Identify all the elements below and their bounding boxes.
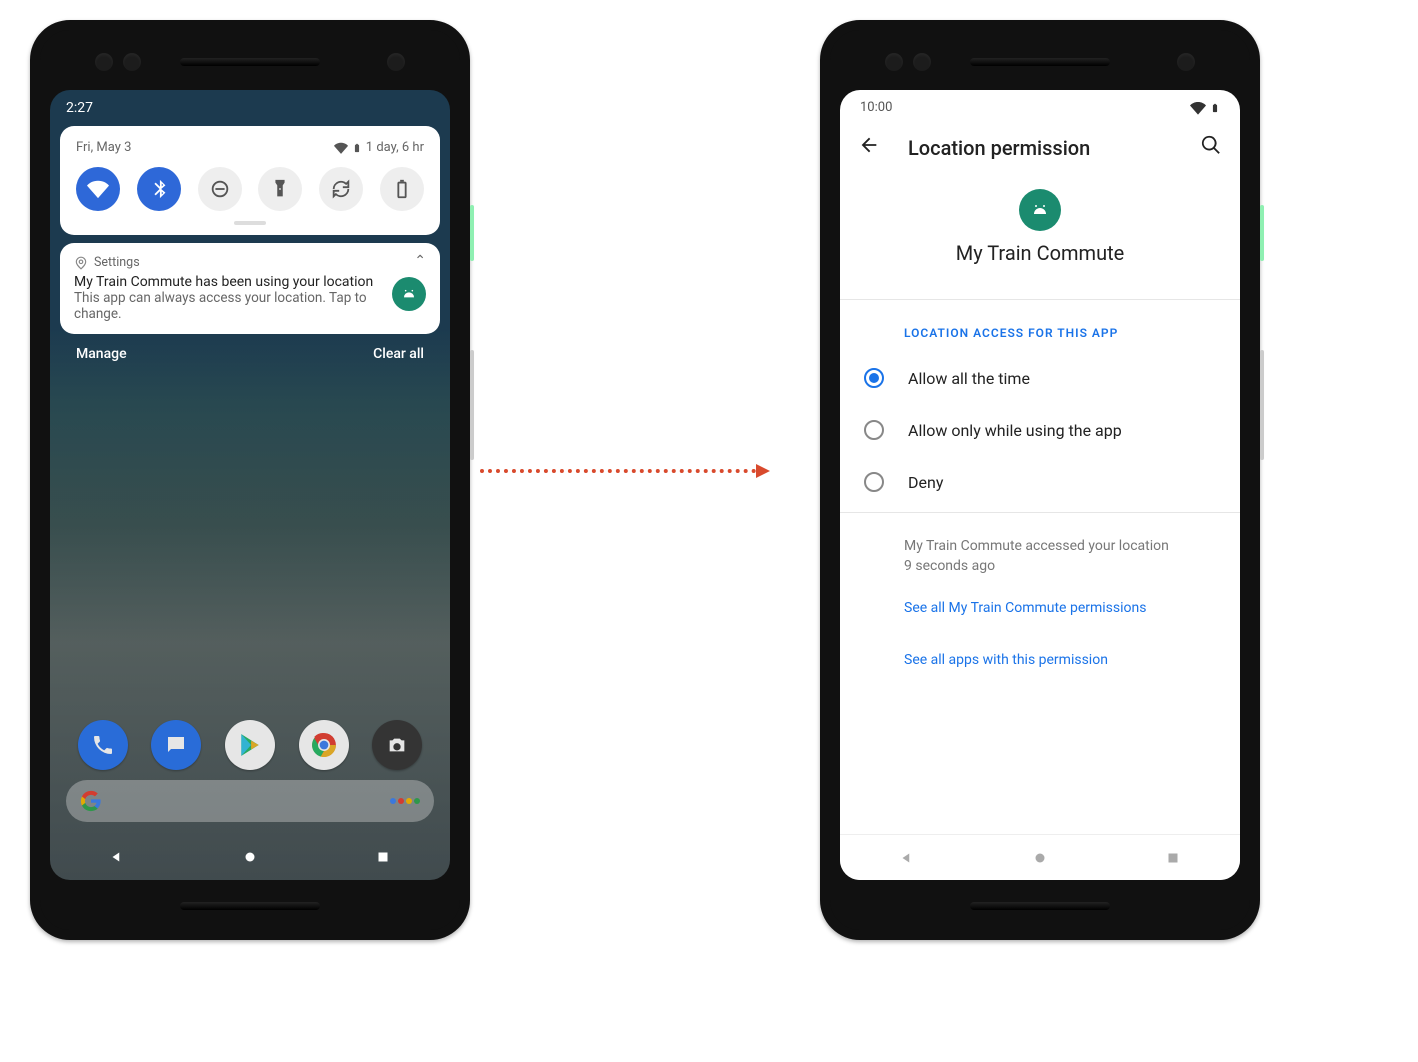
- phone-right: 10:00 Location permission My Train Commu…: [820, 20, 1260, 940]
- location-icon: [74, 256, 88, 270]
- chevron-up-icon[interactable]: ⌃: [414, 253, 426, 269]
- radio-allow-always[interactable]: Allow all the time: [840, 352, 1240, 404]
- radio-icon: [864, 472, 884, 492]
- chrome-icon[interactable]: [299, 720, 349, 770]
- link-all-app-permissions[interactable]: See all My Train Commute permissions: [840, 582, 1240, 634]
- search-icon[interactable]: [1200, 134, 1222, 161]
- radio-allow-while-using[interactable]: Allow only while using the app: [840, 404, 1240, 456]
- nav-bar: [50, 834, 450, 880]
- quick-settings-panel[interactable]: Fri, May 3 1 day, 6 hr: [60, 126, 440, 235]
- screen-left: 2:27 Fri, May 3 1 day, 6 hr: [50, 90, 450, 880]
- usage-info: My Train Commute accessed your location …: [840, 513, 1240, 582]
- radio-label: Allow only while using the app: [908, 421, 1122, 440]
- flashlight-icon[interactable]: [258, 167, 302, 211]
- phone-icon[interactable]: [78, 720, 128, 770]
- recents-button[interactable]: [374, 848, 392, 866]
- radio-icon: [864, 420, 884, 440]
- battery-status-icon: [1210, 100, 1220, 116]
- app-header: My Train Commute: [840, 175, 1240, 299]
- section-label: LOCATION ACCESS FOR THIS APP: [840, 300, 1240, 352]
- qs-date: Fri, May 3: [76, 140, 131, 155]
- appbar-title: Location permission: [908, 136, 1090, 160]
- transition-arrow: [480, 465, 770, 477]
- app-icon-small: [392, 277, 426, 311]
- notif-title: My Train Commute has been using your loc…: [74, 274, 426, 290]
- qs-batt: 1 day, 6 hr: [366, 140, 424, 155]
- dnd-icon[interactable]: [198, 167, 242, 211]
- messages-icon[interactable]: [151, 720, 201, 770]
- screen-right: 10:00 Location permission My Train Commu…: [840, 90, 1240, 880]
- qs-status-right: 1 day, 6 hr: [334, 140, 424, 155]
- recents-button[interactable]: [1164, 849, 1182, 867]
- back-icon[interactable]: [858, 134, 880, 161]
- nav-bar: [840, 834, 1240, 880]
- qs-tiles: [76, 167, 424, 211]
- home-button[interactable]: [1031, 849, 1049, 867]
- phone-left: 2:27 Fri, May 3 1 day, 6 hr: [30, 20, 470, 940]
- battery-saver-icon[interactable]: [380, 167, 424, 211]
- radio-icon: [864, 368, 884, 388]
- app-bar: Location permission: [840, 120, 1240, 175]
- dock: [50, 720, 450, 770]
- back-button[interactable]: [108, 848, 126, 866]
- radio-deny[interactable]: Deny: [840, 456, 1240, 508]
- camera-icon[interactable]: [372, 720, 422, 770]
- play-icon[interactable]: [225, 720, 275, 770]
- notif-body: This app can always access your location…: [74, 290, 426, 322]
- manage-button[interactable]: Manage: [76, 346, 127, 362]
- status-time: 10:00: [860, 100, 892, 116]
- app-icon: [1019, 189, 1061, 231]
- back-button[interactable]: [898, 849, 916, 867]
- notif-app: Settings: [94, 255, 140, 270]
- search-bar[interactable]: [66, 780, 434, 822]
- radio-label: Deny: [908, 473, 943, 492]
- assistant-icon[interactable]: [390, 798, 420, 804]
- link-all-apps-permission[interactable]: See all apps with this permission: [840, 634, 1240, 686]
- wifi-status-icon: [1190, 100, 1206, 116]
- panel-handle[interactable]: [234, 221, 266, 225]
- battery-status-icon: [352, 141, 362, 155]
- bluetooth-icon[interactable]: [137, 167, 181, 211]
- rotate-icon[interactable]: [319, 167, 363, 211]
- status-time: 2:27: [50, 90, 450, 122]
- notification-card[interactable]: Settings ⌃ My Train Commute has been usi…: [60, 243, 440, 334]
- google-icon: [80, 790, 102, 812]
- home-button[interactable]: [241, 848, 259, 866]
- wifi-status-icon: [334, 141, 348, 155]
- radio-label: Allow all the time: [908, 369, 1030, 388]
- wifi-icon[interactable]: [76, 167, 120, 211]
- clear-all-button[interactable]: Clear all: [373, 346, 424, 362]
- app-name: My Train Commute: [840, 241, 1240, 265]
